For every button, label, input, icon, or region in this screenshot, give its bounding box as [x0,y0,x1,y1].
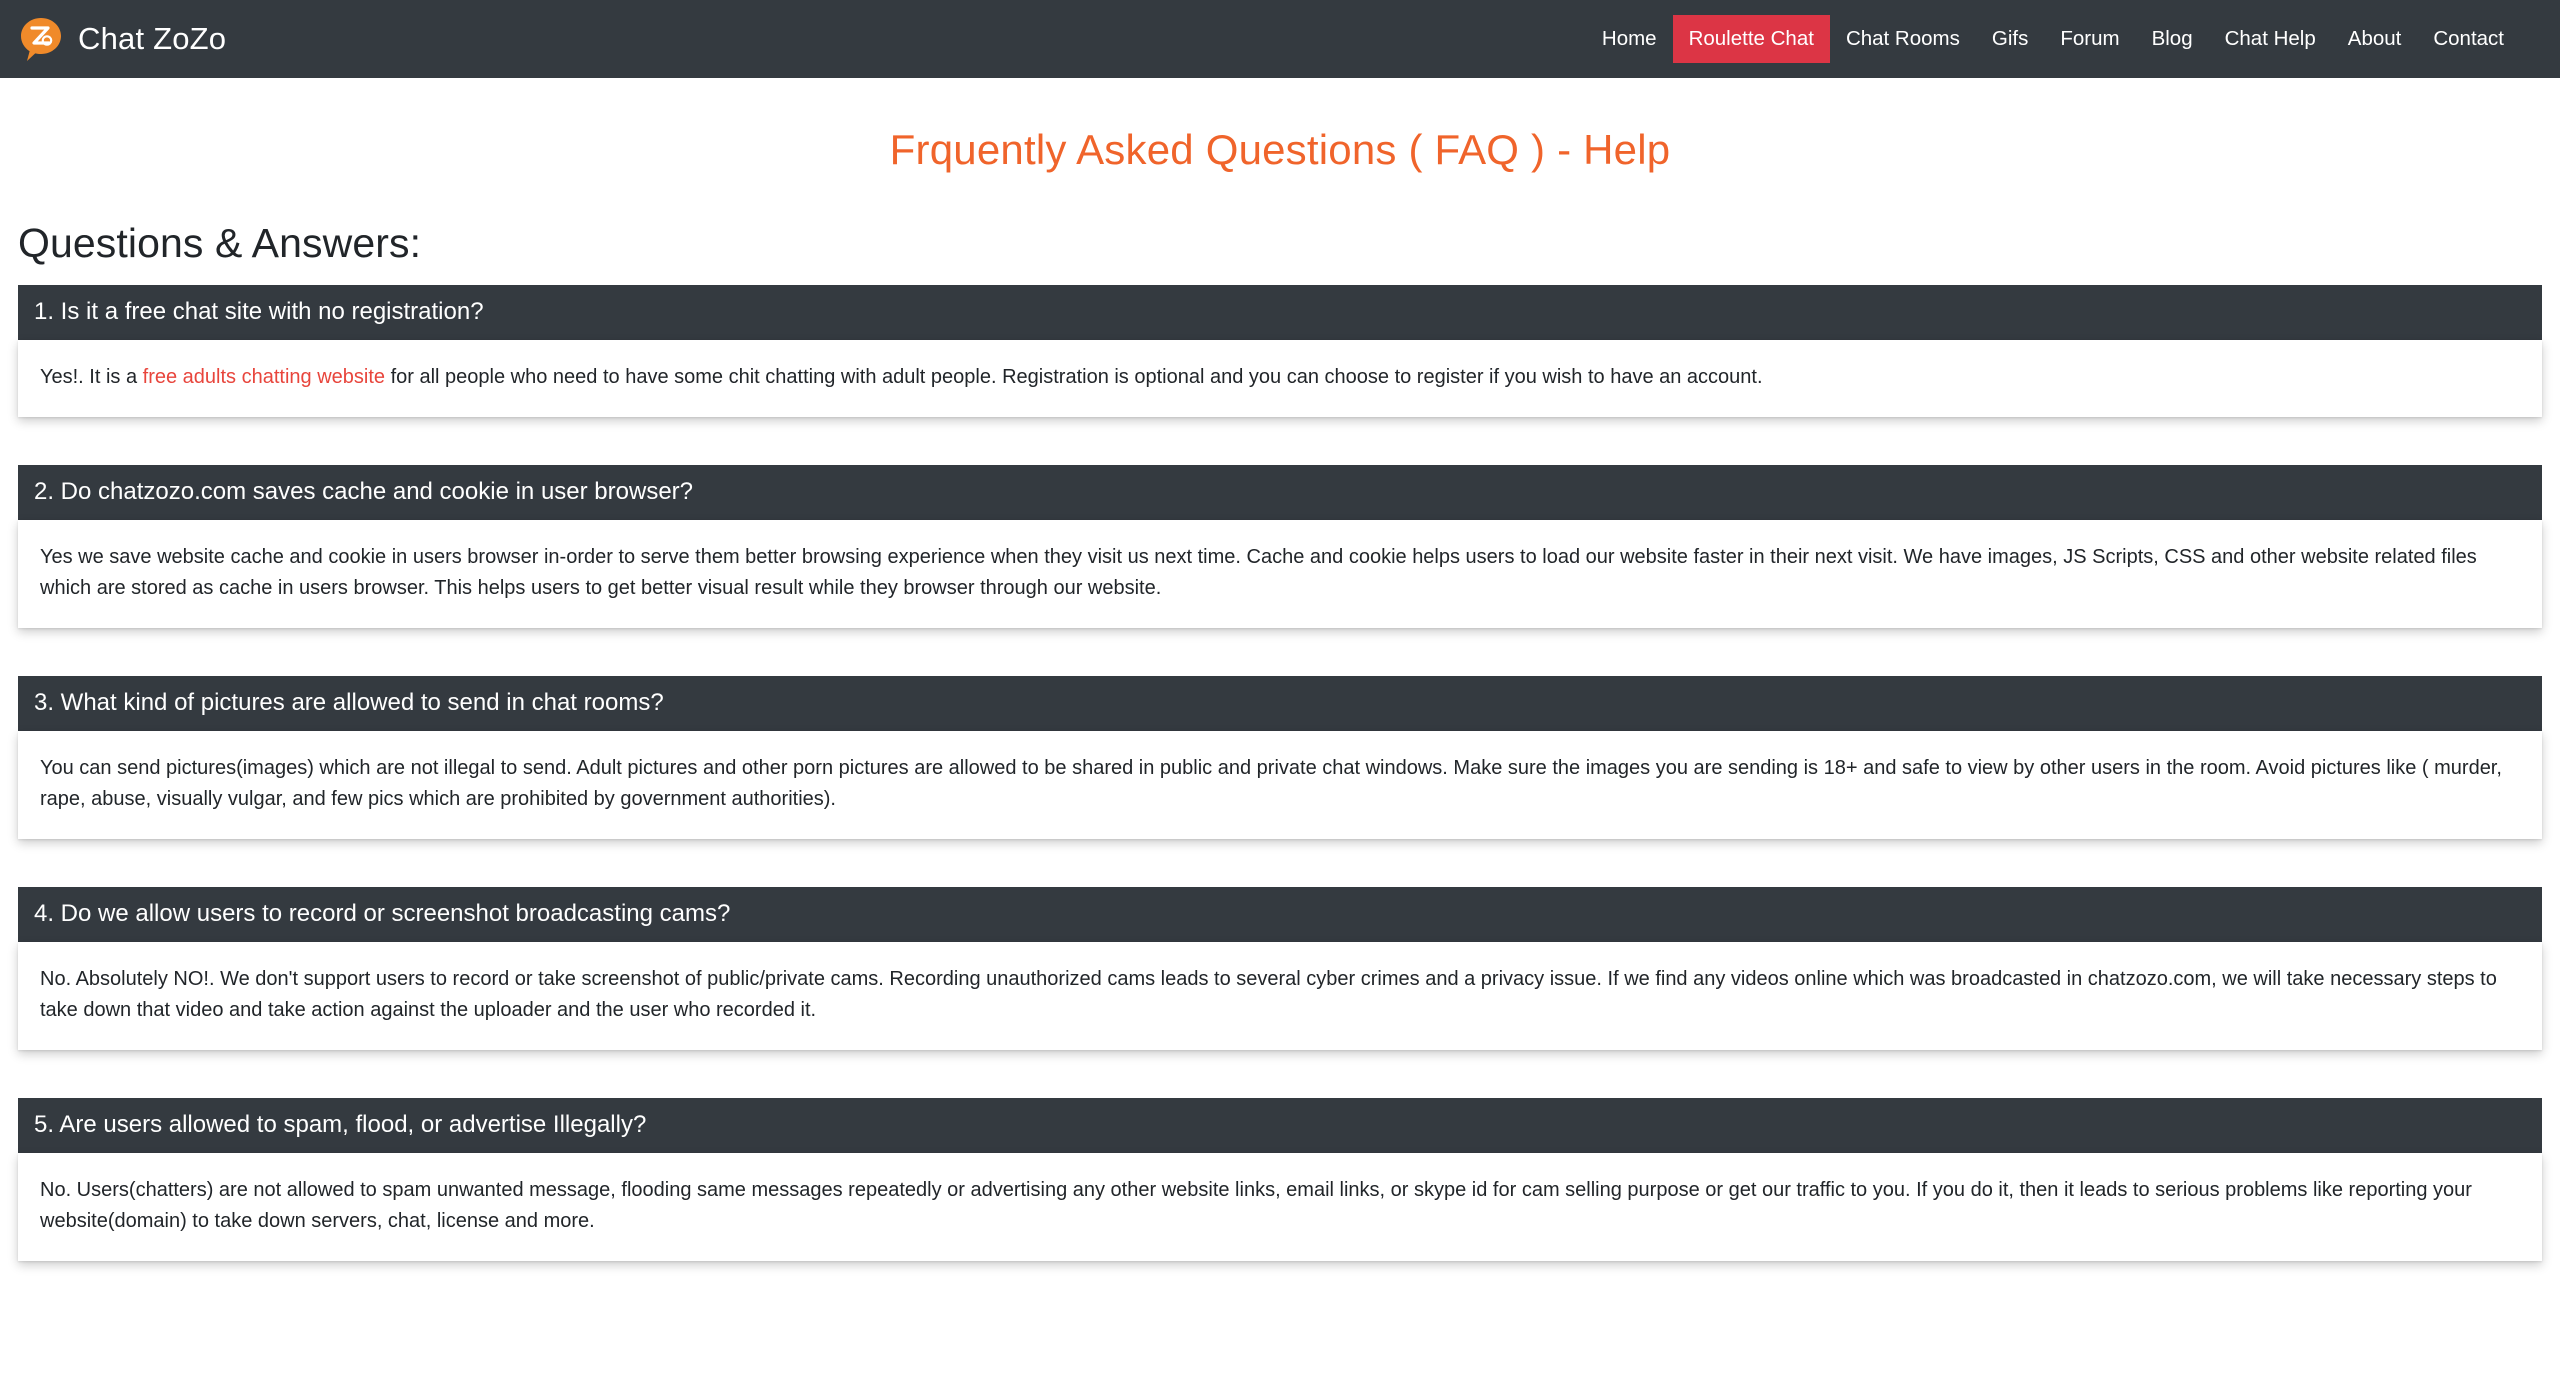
faq-item: 4. Do we allow users to record or screen… [18,887,2542,1050]
brand-name: Chat ZoZo [78,21,227,56]
faq-question[interactable]: 2. Do chatzozo.com saves cache and cooki… [18,465,2542,520]
nav-item-chat-help: Chat Help [2209,15,2332,64]
main-content: Frquently Asked Questions ( FAQ ) - Help… [0,126,2560,1261]
nav-item-chat-rooms: Chat Rooms [1830,15,1976,64]
site-header: Chat ZoZo Home Roulette Chat Chat Rooms … [0,0,2560,78]
nav-list: Home Roulette Chat Chat Rooms Gifs Forum… [1586,14,2520,64]
faq-item: 3. What kind of pictures are allowed to … [18,676,2542,839]
nav-item-about: About [2332,15,2418,64]
brand-logo-link[interactable]: Chat ZoZo [18,16,226,62]
nav-link-chat-help[interactable]: Chat Help [2209,15,2332,64]
nav-link-home[interactable]: Home [1586,15,1673,64]
faq-list: 1. Is it a free chat site with no regist… [18,285,2542,1261]
nav-item-forum: Forum [2044,15,2135,64]
nav-item-gifs: Gifs [1976,15,2044,64]
nav-link-chat-rooms[interactable]: Chat Rooms [1830,15,1976,64]
faq-answer-link[interactable]: free adults chatting website [143,366,385,388]
faq-question[interactable]: 5. Are users allowed to spam, flood, or … [18,1098,2542,1153]
nav-link-contact[interactable]: Contact [2417,15,2520,64]
faq-answer: You can send pictures(images) which are … [18,731,2542,839]
nav-link-blog[interactable]: Blog [2136,15,2209,64]
nav-item-blog: Blog [2136,15,2209,64]
section-heading-questions-answers: Questions & Answers: [18,220,422,266]
primary-navigation: Home Roulette Chat Chat Rooms Gifs Forum… [1586,14,2520,64]
page-title: Frquently Asked Questions ( FAQ ) - Help [889,126,1671,173]
faq-question[interactable]: 3. What kind of pictures are allowed to … [18,676,2542,731]
nav-link-roulette-chat[interactable]: Roulette Chat [1672,14,1830,64]
faq-question[interactable]: 4. Do we allow users to record or screen… [18,887,2542,942]
faq-answer: No. Absolutely NO!. We don't support use… [18,942,2542,1050]
nav-item-home: Home [1586,15,1673,64]
nav-item-contact: Contact [2417,15,2520,64]
nav-link-about[interactable]: About [2332,15,2418,64]
chat-bubble-z-logo-icon [18,16,64,62]
faq-item: 2. Do chatzozo.com saves cache and cooki… [18,465,2542,628]
faq-item: 5. Are users allowed to spam, flood, or … [18,1098,2542,1261]
nav-link-forum[interactable]: Forum [2044,15,2135,64]
faq-answer: Yes we save website cache and cookie in … [18,520,2542,628]
faq-answer: Yes!. It is a free adults chatting websi… [18,340,2542,417]
faq-answer: No. Users(chatters) are not allowed to s… [18,1153,2542,1261]
faq-question[interactable]: 1. Is it a free chat site with no regist… [18,285,2542,340]
faq-item: 1. Is it a free chat site with no regist… [18,285,2542,417]
nav-link-gifs[interactable]: Gifs [1976,15,2044,64]
nav-item-roulette-chat: Roulette Chat [1672,14,1830,64]
